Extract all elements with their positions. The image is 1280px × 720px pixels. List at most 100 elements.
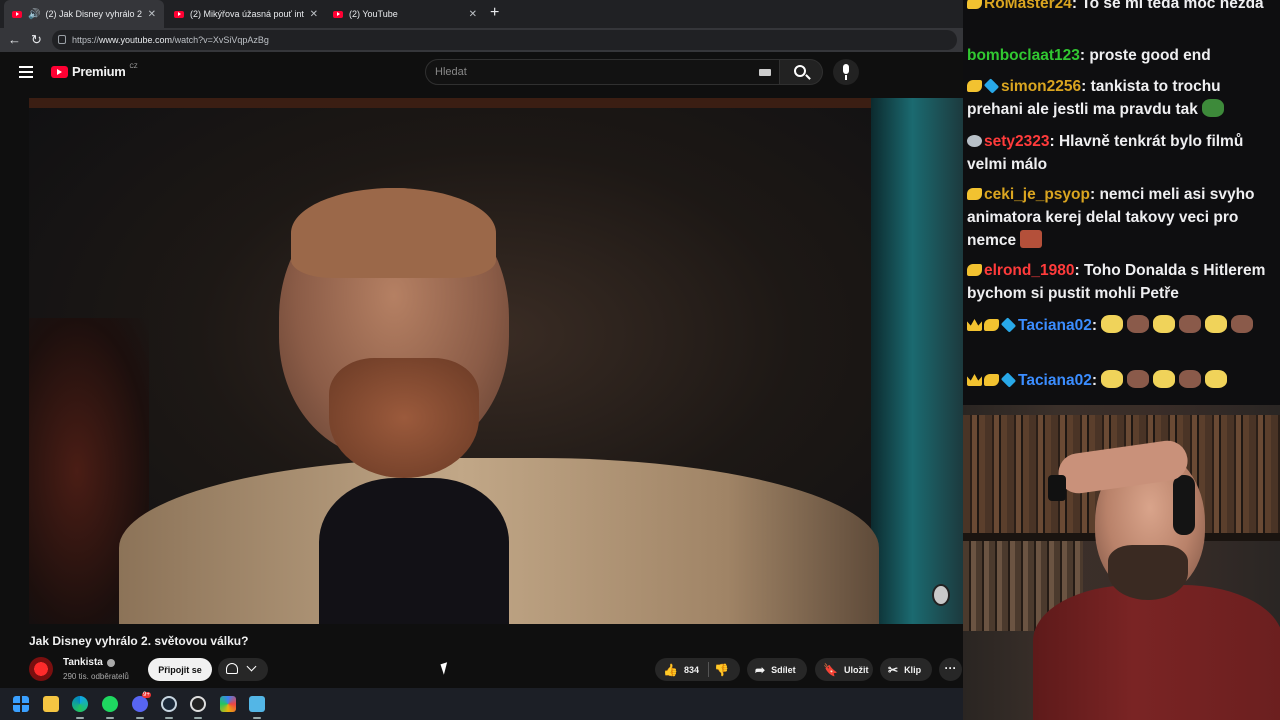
chat-message: Taciana02: <box>967 369 1275 392</box>
channel-watermark-icon[interactable] <box>932 584 950 606</box>
clip-label: Klip <box>904 664 922 675</box>
tab-disney-video[interactable]: 🔊 (2) Jak Disney vyhrálo 2. světo ✕ <box>4 0 164 28</box>
chat-username[interactable]: Taciana02 <box>1018 317 1092 334</box>
steam-icon[interactable] <box>161 696 177 712</box>
webcam-feed <box>963 405 1280 720</box>
mouse-cursor-icon <box>440 662 451 675</box>
file-explorer-icon[interactable] <box>43 696 59 712</box>
tab-title: (2) YouTube <box>349 9 398 19</box>
close-tab-icon[interactable]: ✕ <box>148 9 156 20</box>
site-info-icon[interactable] <box>58 35 66 44</box>
notepad-icon[interactable] <box>249 696 265 712</box>
url-bar[interactable]: https://www.youtube.com/watch?v=XvSiVqpA… <box>52 30 957 50</box>
keyboard-icon[interactable] <box>759 69 771 76</box>
share-label: Sdílet <box>771 664 796 675</box>
clip-button[interactable]: ✂ Klip <box>880 658 932 681</box>
browser-window: 🔊 (2) Jak Disney vyhrálo 2. světo ✕ (2) … <box>0 0 963 688</box>
save-label: Uložit <box>843 664 869 675</box>
search-input[interactable]: Hledat <box>425 59 780 85</box>
streamer-shirt <box>1033 585 1280 720</box>
reload-icon[interactable]: ↻ <box>31 32 42 48</box>
cube-badge-icon <box>983 78 1000 94</box>
scissors-icon: ✂ <box>888 662 899 677</box>
video-player[interactable] <box>29 98 963 624</box>
tab-title: (2) Mikýřova úžasná pouť internet <box>190 9 304 19</box>
url-path: /watch?v=XvSiVqpAzBg <box>172 35 269 45</box>
thumbs-down-icon[interactable]: 👎 <box>714 663 729 677</box>
youtube-header: Premium CZ Hledat <box>0 52 963 92</box>
search-icon <box>794 65 806 77</box>
cube-badge-icon <box>1000 317 1017 333</box>
tab-mikyr[interactable]: (2) Mikýřova úžasná pouť internet ✕ <box>166 0 326 28</box>
youtube-premium-logo[interactable]: Premium CZ <box>51 64 138 79</box>
search-placeholder: Hledat <box>435 66 467 78</box>
close-tab-icon[interactable]: ✕ <box>469 9 477 20</box>
hand-badge-icon <box>967 0 982 9</box>
duck-emote-icon <box>1153 370 1176 388</box>
tab-youtube[interactable]: (2) YouTube ✕ <box>325 0 485 28</box>
chat-username[interactable]: elrond_1980 <box>984 262 1074 279</box>
watch-icon <box>1048 475 1066 501</box>
verified-icon <box>107 659 115 667</box>
face-emote-icon <box>1020 230 1043 248</box>
chat-username[interactable]: sety2323 <box>984 133 1050 150</box>
crown-badge-icon <box>967 374 982 386</box>
headphones-icon <box>1173 475 1195 535</box>
bell-icon <box>226 663 238 674</box>
hand-badge-icon <box>984 319 999 331</box>
duck-emote-icon <box>1205 370 1228 388</box>
close-tab-icon[interactable]: ✕ <box>310 9 318 20</box>
share-icon: ➦ <box>755 662 766 677</box>
channel-name[interactable]: Tankista <box>63 657 103 668</box>
chat-message: bomboclaat123: proste good end <box>967 47 1211 64</box>
thumbs-up-icon: 👍 <box>663 662 678 677</box>
menu-icon[interactable] <box>19 66 33 78</box>
chat-username[interactable]: Taciana02 <box>1018 372 1092 389</box>
chat-text: To se mi teda moc nezdá <box>1081 0 1264 12</box>
chat-message: Taciana02: <box>967 314 1275 337</box>
color-picker-icon[interactable] <box>220 696 236 712</box>
save-button[interactable]: 🔖 Uložit <box>815 658 873 681</box>
hand-badge-icon <box>967 188 982 200</box>
chat-text: proste good end <box>1089 47 1211 64</box>
video-title: Jak Disney vyhrálo 2. světovou válku? <box>29 634 249 648</box>
head-emote-icon <box>1179 315 1202 333</box>
discord-badge: 9+ <box>142 692 151 698</box>
chat-username[interactable]: bomboclaat123 <box>967 47 1080 64</box>
chevron-down-icon <box>246 661 257 672</box>
address-bar-row: ← ↻ https://www.youtube.com/watch?v=XvSi… <box>0 28 963 52</box>
tab-strip: 🔊 (2) Jak Disney vyhrálo 2. světo ✕ (2) … <box>0 0 963 28</box>
windows-start-icon[interactable] <box>13 696 29 712</box>
chat-username[interactable]: simon2256 <box>1001 78 1081 95</box>
green-emote-icon <box>1202 99 1225 117</box>
notifications-button[interactable] <box>218 658 268 681</box>
discord-icon[interactable] <box>132 696 148 712</box>
tab-title: (2) Jak Disney vyhrálo 2. světo <box>45 9 142 19</box>
obs-icon[interactable] <box>190 696 206 712</box>
chat-message: sety2323: Hlavně tenkrát bylo filmů velm… <box>967 133 1244 173</box>
chat-username[interactable]: ceki_je_psyop <box>984 186 1090 203</box>
youtube-logo-icon <box>51 65 68 78</box>
channel-avatar[interactable] <box>29 657 53 681</box>
bookmark-icon: 🔖 <box>823 662 838 677</box>
url-host: www.youtube.com <box>99 35 173 45</box>
chat-username[interactable]: RoMaster24 <box>984 0 1072 12</box>
grey-badge-icon <box>967 135 982 147</box>
head-emote-icon <box>1179 370 1202 388</box>
chat-message: elrond_1980: Toho Donalda s Hitlerem byc… <box>967 262 1266 302</box>
search-button[interactable] <box>780 59 823 85</box>
new-tab-button[interactable]: + <box>490 4 499 22</box>
hand-badge-icon <box>984 374 999 386</box>
join-button[interactable]: Připojit se <box>148 658 212 681</box>
voice-search-icon[interactable] <box>833 59 859 85</box>
share-button[interactable]: ➦ Sdílet <box>747 658 807 681</box>
speaker-icon[interactable]: 🔊 <box>28 9 40 20</box>
spotify-icon[interactable] <box>102 696 118 712</box>
head-emote-icon <box>1231 315 1254 333</box>
like-count: 834 <box>683 664 699 675</box>
more-actions-button[interactable]: ··· <box>939 658 962 681</box>
edge-icon[interactable] <box>72 696 88 712</box>
crown-badge-icon <box>967 319 982 331</box>
back-arrow-icon[interactable]: ← <box>8 32 21 47</box>
youtube-favicon-icon <box>174 10 184 18</box>
